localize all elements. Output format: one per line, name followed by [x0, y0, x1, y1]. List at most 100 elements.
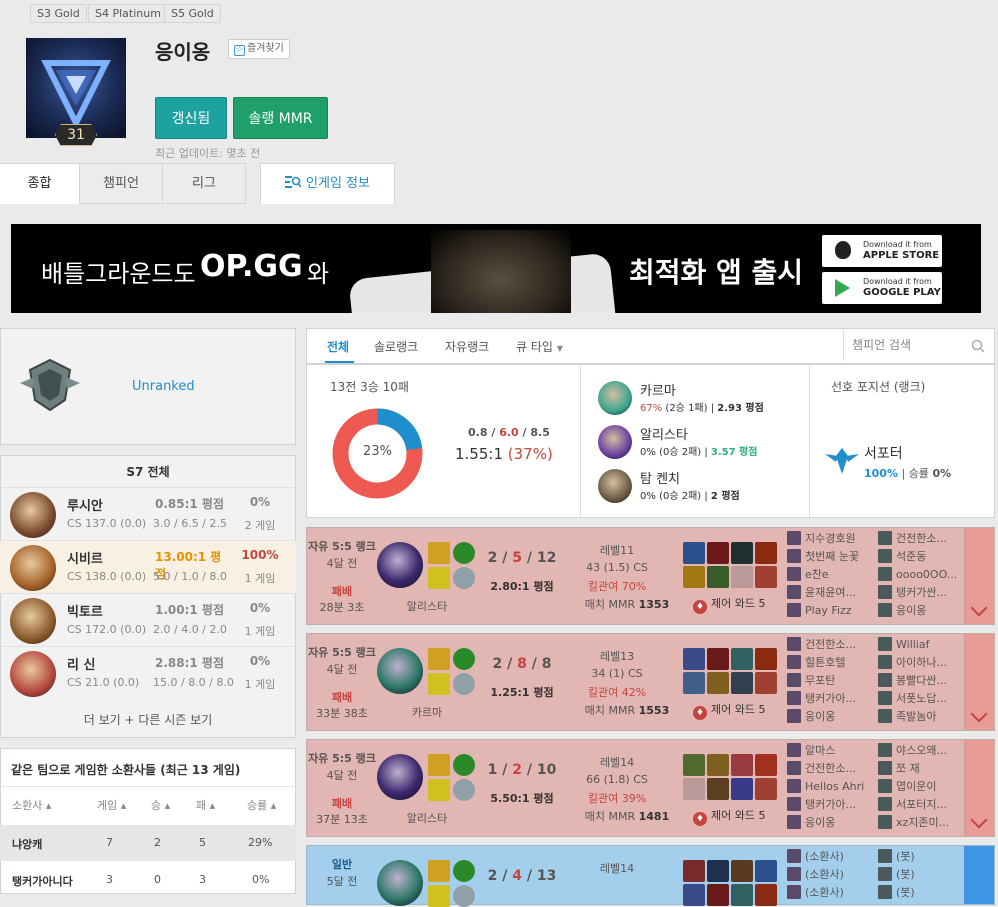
item-icon[interactable] [731, 648, 753, 670]
champion-name[interactable]: 시비르 [67, 548, 103, 567]
item-icon[interactable] [755, 542, 777, 564]
item-icon[interactable] [683, 860, 705, 882]
friend-name[interactable]: 탱커가아니다 [12, 873, 73, 889]
google-play-button[interactable]: Download it from GOOGLE PLAY [822, 272, 942, 304]
player-name[interactable]: 응이옹 [787, 708, 873, 726]
item-icon[interactable] [707, 754, 729, 776]
favorite-button[interactable]: ☆ 즐겨찾기 [228, 39, 290, 59]
player-name[interactable]: (봇) [878, 848, 964, 866]
item-icon[interactable] [755, 672, 777, 694]
match-item[interactable]: 자유 5:5 랭크 4달 전 패배 28분 3초 알리스타 2 / 5 / 12 2.80:… [306, 527, 995, 625]
item-icon[interactable] [707, 778, 729, 800]
player-name[interactable]: (소환사) [787, 866, 873, 884]
player-name[interactable]: 족발놈아 [878, 708, 964, 726]
player-name[interactable]: 응이옹 [787, 814, 873, 832]
player-name[interactable]: 봉빨다싼... [878, 672, 964, 690]
item-icon[interactable] [755, 566, 777, 588]
player-name[interactable]: (봇) [878, 884, 964, 902]
friends-header-wins[interactable]: 승 ▴ [151, 797, 170, 813]
friends-row[interactable]: 탱커가아니다 3 0 3 0% [0, 862, 296, 898]
match-item[interactable]: 자유 5:5 랭크 4달 전 패배 37분 13초 알리스타 1 / 2 / 10 5.50… [306, 739, 995, 837]
item-icon[interactable] [755, 884, 777, 906]
more-seasons-link[interactable]: 더 보기 + 다른 시즌 보기 [0, 711, 296, 728]
friends-header-games[interactable]: 게임 ▴ [97, 797, 126, 813]
match-expand-button[interactable] [964, 634, 994, 730]
player-name[interactable]: 건전한소... [787, 760, 873, 778]
item-icon[interactable] [731, 778, 753, 800]
friends-header-losses[interactable]: 패 ▴ [196, 797, 215, 813]
item-icon[interactable] [683, 672, 705, 694]
tab-ingame[interactable]: 인게임 정보 [260, 163, 395, 204]
player-name[interactable]: oooo0OO... [878, 566, 964, 584]
match-item[interactable]: 일반 5달 전2 / 4 / 13 레벨14 (소환사) (소환사) (소환사) (봇)(… [306, 845, 995, 907]
player-name[interactable]: 탱커가아... [787, 796, 873, 814]
item-icon[interactable] [707, 672, 729, 694]
match-item[interactable]: 자유 5:5 랭크 4달 전 패배 33분 38초 카르마 2 / 8 / 8 1.25:1… [306, 633, 995, 731]
player-name[interactable]: Play Fizz [787, 602, 873, 620]
player-name[interactable]: 응이옹 [878, 602, 964, 620]
champion-search-input[interactable]: 챔피언 검색 [843, 330, 995, 361]
player-name[interactable]: Williaf [878, 636, 964, 654]
item-icon[interactable] [755, 648, 777, 670]
item-icon[interactable] [731, 672, 753, 694]
apple-store-button[interactable]: Download it from APPLE STORE [822, 235, 942, 267]
champion-row[interactable]: 시비르 CS 138.0 (0.0) 13.00:1 평점 5.0 / 1.0 / 8… [0, 540, 296, 593]
match-champion-icon[interactable] [377, 648, 423, 694]
player-name[interactable]: 탱커가싼... [878, 584, 964, 602]
player-name[interactable]: 탱커가아... [787, 690, 873, 708]
champion-name[interactable]: 리 신 [67, 654, 95, 673]
ad-banner[interactable]: 배틀그라운드도 OP.GG 와 최적화 앱 출시 Download it fro… [11, 224, 981, 313]
friends-header-winrate[interactable]: 승률 ▴ [247, 797, 276, 813]
filter-queue-type[interactable]: 큐 타입 ▼ [516, 338, 563, 355]
item-icon[interactable] [683, 754, 705, 776]
match-expand-button[interactable] [964, 846, 994, 904]
player-name[interactable]: 건전한소... [787, 636, 873, 654]
friends-row[interactable]: 냐앙캐 7 2 5 29% [0, 825, 296, 861]
item-icon[interactable] [707, 542, 729, 564]
player-name[interactable]: 야스오왜... [878, 742, 964, 760]
friend-name[interactable]: 냐앙캐 [12, 836, 42, 852]
match-champion-icon[interactable] [377, 542, 423, 588]
match-champion-icon[interactable] [377, 754, 423, 800]
item-icon[interactable] [731, 754, 753, 776]
player-name[interactable]: 엽이운이 [878, 778, 964, 796]
player-name[interactable]: 서포터지... [878, 796, 964, 814]
item-icon[interactable] [707, 566, 729, 588]
item-icon[interactable] [755, 778, 777, 800]
tab-summary[interactable]: 종합 [0, 163, 80, 204]
player-name[interactable]: e찬e [787, 566, 873, 584]
match-champion-icon[interactable] [377, 860, 423, 906]
item-icon[interactable] [683, 542, 705, 564]
player-name[interactable]: 힐튼호텔 [787, 654, 873, 672]
player-name[interactable]: 첫번째 눈꽃 [787, 548, 873, 566]
top-champion-item[interactable]: 카르마 67% (2승 1패) | 2.93 평점 [598, 380, 798, 416]
item-icon[interactable] [683, 884, 705, 906]
tab-league[interactable]: 리그 [162, 163, 246, 204]
champion-row[interactable]: 리 신 CS 21.0 (0.0) 2.88:1 평점 15.0 / 8.0 / 8.… [0, 646, 296, 699]
item-icon[interactable] [755, 860, 777, 882]
player-name[interactable]: 무포탄 [787, 672, 873, 690]
champion-row[interactable]: 빅토르 CS 172.0 (0.0) 1.00:1 평점 2.0 / 4.0 / 2.… [0, 593, 296, 646]
item-icon[interactable] [707, 648, 729, 670]
filter-solo[interactable]: 솔로랭크 [374, 338, 418, 355]
item-icon[interactable] [731, 542, 753, 564]
player-name[interactable]: xz지존미... [878, 814, 964, 832]
item-icon[interactable] [683, 566, 705, 588]
player-name[interactable]: 아이하나... [878, 654, 964, 672]
item-icon[interactable] [731, 884, 753, 906]
tab-champion[interactable]: 챔피언 [79, 163, 163, 204]
item-icon[interactable] [683, 778, 705, 800]
item-icon[interactable] [731, 860, 753, 882]
player-name[interactable]: 윤재윤여... [787, 584, 873, 602]
friends-header-name[interactable]: 소환사 ▴ [12, 797, 51, 813]
item-icon[interactable] [755, 754, 777, 776]
solo-mmr-button[interactable]: 솔랭 MMR [233, 97, 328, 139]
refresh-button[interactable]: 갱신됨 [155, 97, 227, 139]
champion-name[interactable]: 루시안 [67, 495, 103, 514]
top-champion-item[interactable]: 알리스타 0% (0승 2패) | 3.57 평점 [598, 424, 798, 460]
search-icon[interactable] [971, 339, 985, 353]
match-expand-button[interactable] [964, 528, 994, 624]
item-icon[interactable] [683, 648, 705, 670]
item-icon[interactable] [707, 884, 729, 906]
player-name[interactable]: 쪼 재 [878, 760, 964, 778]
